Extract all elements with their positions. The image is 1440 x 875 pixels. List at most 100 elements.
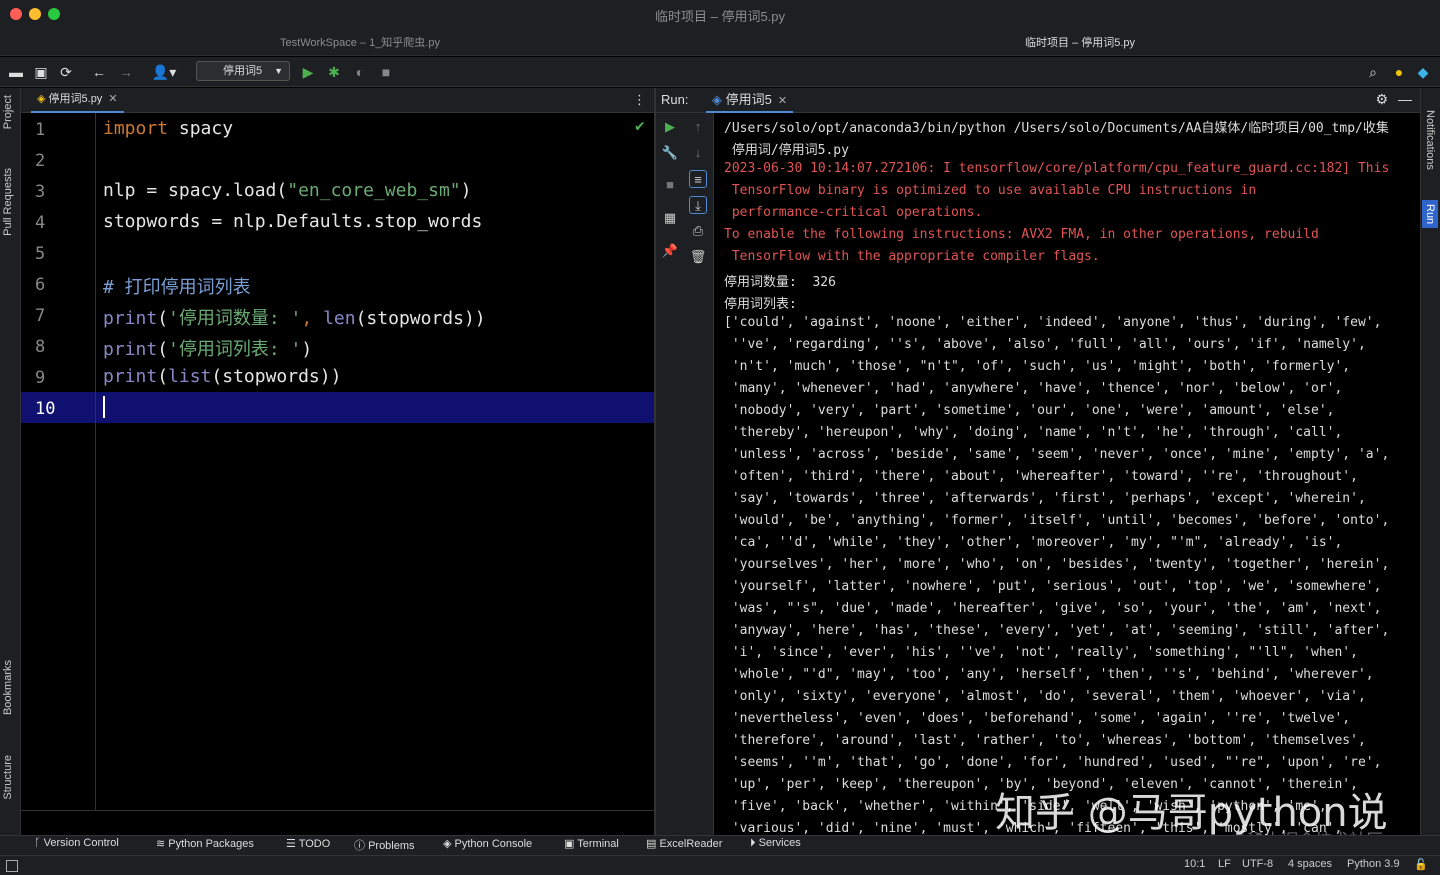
more-options-icon[interactable]: ⋮ [633, 92, 646, 108]
tool-todo[interactable]: ☰ TODO [286, 837, 330, 850]
run-side-toolbar: ▶ ↑ 🔧 ↓ ■ ≡ ▦ ⤓ ⎙ 📌 🗑 [656, 113, 714, 835]
console-line: 'whole', "'d", 'may', 'too', 'any', 'her… [724, 667, 1374, 682]
indent-setting[interactable]: 4 spaces [1288, 858, 1332, 870]
search-icon[interactable]: ⌕ [1364, 63, 1382, 81]
settings-gear-icon[interactable]: ⚙ [1375, 91, 1388, 108]
code-token: ) [460, 180, 472, 201]
scroll-up-icon[interactable]: ↑ [689, 118, 707, 136]
tool-bookmarks[interactable]: Bookmarks [2, 660, 14, 715]
console-line: 'anyway', 'here', 'has', 'these', 'every… [724, 623, 1390, 638]
tool-problems[interactable]: ⓘ Problems [354, 837, 415, 853]
soft-wrap-icon[interactable]: ≡ [689, 170, 707, 188]
tool-structure[interactable]: Structure [2, 755, 14, 800]
console-line: 'yourself', 'latter', 'nowhere', 'put', … [724, 579, 1382, 594]
code-token: len [323, 308, 356, 329]
console-output[interactable]: /Users/solo/opt/anaconda3/bin/python /Us… [714, 113, 1420, 835]
close-run-tab-icon[interactable]: ✕ [778, 95, 787, 107]
stop-icon[interactable]: ■ [377, 63, 395, 81]
editor-gutter: 1 2 3 4 5 6 7 8 9 10 [21, 113, 96, 810]
wrench-icon[interactable]: 🔧 [661, 144, 679, 162]
run-tab[interactable]: ◈ 停用词5 ✕ [706, 88, 794, 113]
console-line: 'unless', 'across', 'beside', 'same', 's… [724, 447, 1390, 462]
tool-terminal[interactable]: ▣ Terminal [564, 837, 619, 850]
line-number: 2 [35, 151, 46, 171]
console-line: 'say', 'towards', 'three', 'afterwards',… [724, 491, 1366, 506]
line-number-current: 10 [35, 399, 56, 419]
tool-label: TODO [298, 838, 331, 850]
line-number: 6 [35, 275, 46, 295]
pin-icon[interactable]: 📌 [661, 242, 679, 260]
caret-position[interactable]: 10:1 [1184, 858, 1205, 870]
code-line-9: print(list(stopwords)) [103, 366, 341, 387]
back-arrow-icon[interactable]: ← [90, 63, 108, 81]
tool-python-console[interactable]: ◈ Python Console [443, 837, 532, 850]
console-line: 2023-06-30 10:14:07.272106: I tensorflow… [724, 161, 1390, 176]
tool-run[interactable]: Run [1422, 200, 1438, 229]
code-token: '停用词列表: ' [168, 339, 302, 360]
tool-version-control[interactable]: ᚴ Version Control [34, 837, 119, 849]
update-icon[interactable]: ● [1390, 63, 1408, 81]
tool-label: Python Console [454, 838, 533, 850]
save-icon[interactable]: ▣ [32, 63, 50, 81]
line-number: 7 [35, 306, 46, 326]
window-tab-testworkspace[interactable]: TestWorkSpace – 1_知乎爬虫.py [0, 34, 720, 50]
sync-icon[interactable]: ⟳ [57, 63, 75, 81]
stop-run-icon[interactable]: ■ [661, 176, 679, 194]
tool-python-packages[interactable]: ≋ Python Packages [156, 837, 254, 850]
python-interpreter[interactable]: Python 3.9 [1347, 858, 1400, 870]
tool-project[interactable]: Project [2, 95, 14, 129]
run-tab-label: 停用词5 [725, 92, 772, 107]
debug-icon[interactable]: ✱ [325, 63, 343, 81]
open-folder-icon[interactable]: ▬ [7, 63, 25, 81]
hide-panel-icon[interactable]: — [1398, 91, 1412, 107]
plugin-logo-icon[interactable]: ◆ [1414, 63, 1432, 81]
tool-notifications[interactable]: Notifications [1424, 110, 1436, 170]
warning-icon: ⓘ [354, 840, 369, 852]
editor-tab-bar: ◈ 停用词5.py ✕ ⋮ [21, 88, 654, 113]
close-tab-icon[interactable]: ✕ [108, 93, 117, 105]
code-token: ( [157, 308, 169, 329]
code-token: , [301, 308, 324, 329]
code-token: ( [157, 339, 169, 360]
lock-icon[interactable]: 🔓 [1414, 858, 1428, 871]
services-icon: ⏵ [750, 837, 759, 849]
scroll-to-end-icon[interactable]: ⤓ [689, 196, 707, 214]
tool-services[interactable]: ⏵ Services [750, 837, 801, 850]
file-tab[interactable]: ◈ 停用词5.py ✕ [31, 88, 124, 113]
console-line: ['could', 'against', 'noone', 'either', … [724, 315, 1382, 330]
code-line-8: print('停用词列表: ') [103, 335, 312, 361]
run-icon[interactable]: ▶ [299, 63, 317, 81]
print-icon[interactable]: ⎙ [689, 222, 707, 240]
rerun-icon[interactable]: ▶ [661, 118, 679, 136]
forward-arrow-icon[interactable]: → [117, 63, 135, 81]
code-token: spacy [168, 118, 234, 139]
tool-excelreader[interactable]: ▤ ExcelReader [646, 837, 722, 850]
console-line: ''ve', 'regarding', ''s', 'above', 'also… [724, 337, 1366, 352]
coverage-icon[interactable]: ◐ [351, 63, 369, 81]
console-line: 'many', 'whenever', 'had', 'anywhere', '… [724, 381, 1343, 396]
line-number: 4 [35, 213, 46, 233]
tool-pull-requests[interactable]: Pull Requests [2, 168, 14, 236]
console-line: 'seems', ''m', 'that', 'go', 'done', 'fo… [724, 755, 1382, 770]
python-file-icon: ◈ [37, 93, 49, 105]
line-separator[interactable]: LF [1218, 858, 1231, 870]
inspection-ok-icon[interactable]: ✔ [634, 118, 646, 135]
vcs-user-icon[interactable]: 👤▾ [150, 63, 178, 81]
file-encoding[interactable]: UTF-8 [1242, 858, 1273, 870]
tool-label: Python Packages [168, 838, 254, 850]
run-configuration-select[interactable]: 停用词5 ▼ [196, 61, 290, 81]
code-editor[interactable]: import spacy nlp = spacy.load("en_core_w… [96, 113, 654, 810]
console-line: 'only', 'sixty', 'everyone', 'almost', '… [724, 689, 1366, 704]
console-line: 'thereby', 'hereupon', 'why', 'doing', '… [724, 425, 1343, 440]
window-tab-current[interactable]: 临时项目 – 停用词5.py [720, 34, 1440, 50]
scroll-down-icon[interactable]: ↓ [689, 144, 707, 162]
trash-icon[interactable]: 🗑 [689, 248, 707, 266]
code-token: import [103, 118, 169, 139]
layout-icon[interactable]: ▦ [661, 209, 679, 227]
run-config-label: 停用词5 [223, 65, 263, 77]
code-line-3: nlp = spacy.load("en_core_web_sm") [103, 180, 471, 201]
toggle-tool-windows-icon[interactable] [6, 860, 18, 872]
console-line: performance-critical operations. [724, 205, 983, 220]
line-number: 5 [35, 244, 46, 264]
python-run-icon: ◈ [712, 92, 726, 107]
